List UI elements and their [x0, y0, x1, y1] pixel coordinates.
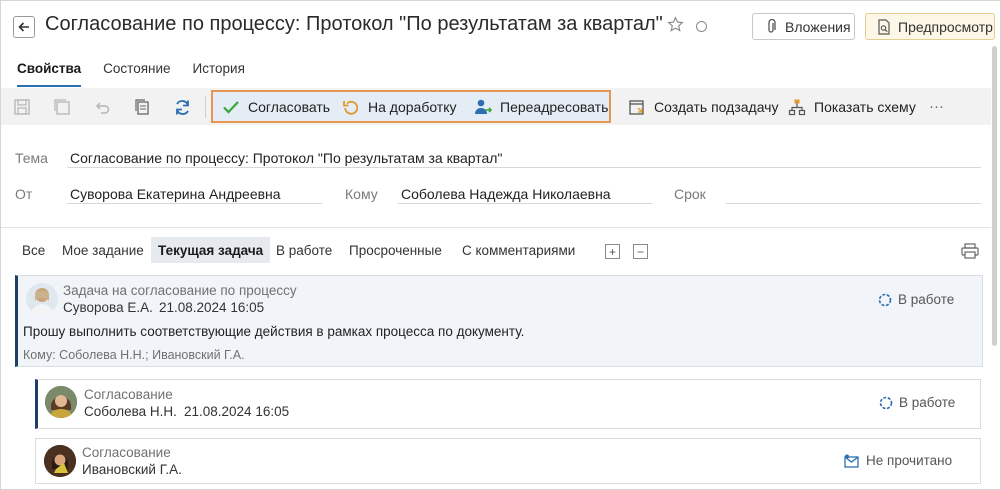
more-label: ··· [929, 98, 944, 115]
deadline-underline [726, 203, 981, 204]
unread-envelope-icon [844, 454, 859, 468]
task-author: Ивановский Г.А. [82, 462, 182, 477]
avatar [44, 445, 76, 477]
status-badge: В работе [879, 395, 955, 410]
filter-current-task[interactable]: Текущая задача [151, 237, 271, 263]
from-label: От [15, 186, 33, 202]
page-title: Согласование по процессу: Протокол "По р… [45, 13, 663, 35]
to-underline [398, 203, 652, 204]
favorite-star-icon[interactable] [667, 16, 684, 38]
deadline-label: Срок [674, 186, 706, 202]
tab-state[interactable]: Состояние [103, 61, 170, 87]
task-card-approval-1[interactable]: Согласование Соболева Н.Н. 21.08.2024 16… [35, 379, 981, 429]
section-divider [1, 227, 991, 228]
save-close-icon[interactable] [52, 97, 72, 117]
scrollbar-thumb[interactable] [992, 46, 997, 346]
task-date: 21.08.2024 16:05 [159, 300, 265, 315]
tab-properties[interactable]: Свойства [17, 61, 82, 87]
in-progress-icon [878, 293, 892, 306]
status-badge: Не прочитано [844, 453, 952, 468]
rework-label: На доработку [368, 98, 457, 115]
save-icon[interactable] [12, 97, 32, 117]
create-subtask-button[interactable]: Создать подзадачу [628, 88, 778, 125]
filter-overdue[interactable]: Просроченные [342, 237, 449, 263]
task-title: Согласование [82, 445, 171, 460]
status-circle-icon[interactable] [696, 21, 707, 32]
arrow-left-icon [18, 22, 29, 32]
status-text: В работе [899, 395, 956, 410]
paperclip-icon [768, 18, 776, 33]
collapse-all-icon[interactable]: − [633, 244, 648, 259]
task-author: Суворова Е.А. [63, 300, 153, 315]
scheme-icon [788, 99, 806, 115]
avatar [26, 283, 58, 315]
toolbar-divider [205, 96, 206, 118]
copy-icon[interactable] [132, 97, 152, 117]
task-author: Соболева Н.Н. [84, 404, 177, 419]
print-icon[interactable] [961, 243, 979, 264]
filter-with-comments[interactable]: С комментариями [455, 237, 582, 263]
to-label: Кому [345, 186, 378, 202]
subject-field[interactable]: Согласование по процессу: Протокол "По р… [70, 150, 502, 166]
attachments-button[interactable]: Вложения [752, 13, 855, 40]
approve-label: Согласовать [248, 98, 331, 115]
undo-icon[interactable] [92, 97, 112, 117]
in-progress-icon [879, 396, 893, 409]
from-underline [67, 203, 322, 204]
scrollbar[interactable] [991, 46, 999, 486]
preview-label: Предпросмотр [898, 18, 993, 35]
show-scheme-button[interactable]: Показать схему [788, 88, 916, 125]
preview-button[interactable]: Предпросмотр [865, 13, 995, 40]
task-card-main[interactable]: Задача на согласование по процессу Сувор… [15, 275, 983, 367]
more-actions-button[interactable]: ··· [929, 88, 944, 125]
from-field[interactable]: Суворова Екатерина Андреевна [70, 186, 281, 202]
action-toolbar: Согласовать На доработку Переадресовать … [1, 88, 991, 125]
task-description: Прошу выполнить соответствующие действия… [23, 324, 525, 339]
subtask-icon [629, 99, 644, 115]
checkmark-icon [223, 100, 239, 114]
task-recipients: Кому: Соболева Н.Н.; Ивановский Г.А. [23, 348, 245, 362]
user-forward-icon [475, 99, 492, 114]
subject-underline [67, 167, 981, 168]
scheme-label: Показать схему [814, 98, 916, 115]
attachments-label: Вложения [785, 18, 851, 35]
refresh-icon[interactable] [172, 97, 192, 117]
task-card-approval-2[interactable]: Согласование Ивановский Г.А. Не прочитан… [35, 438, 981, 484]
subtask-label: Создать подзадачу [654, 98, 779, 115]
tab-history[interactable]: История [193, 61, 245, 87]
subject-label: Тема [15, 150, 48, 166]
status-text: Не прочитано [866, 453, 953, 468]
expand-all-icon[interactable]: + [605, 244, 620, 259]
task-date: 21.08.2024 16:05 [184, 404, 290, 419]
status-badge: В работе [878, 292, 954, 307]
approve-button[interactable]: Согласовать [222, 88, 330, 125]
filter-all[interactable]: Все [15, 237, 52, 263]
redirect-button[interactable]: Переадресовать [472, 88, 608, 125]
filter-my-task[interactable]: Мое задание [55, 237, 151, 263]
back-button[interactable] [13, 16, 35, 38]
status-text: В работе [898, 292, 955, 307]
rework-button[interactable]: На доработку [342, 88, 457, 125]
filter-in-progress[interactable]: В работе [269, 237, 339, 263]
preview-doc-icon [878, 18, 890, 35]
task-filter-bar: Все Мое задание Текущая задача В работе … [1, 231, 991, 269]
task-title: Задача на согласование по процессу [63, 283, 297, 298]
task-window: Согласование по процессу: Протокол "По р… [0, 0, 1001, 490]
task-title: Согласование [84, 387, 173, 402]
redirect-label: Переадресовать [500, 98, 609, 115]
avatar [45, 386, 77, 418]
tab-bar: Свойства Состояние История [17, 61, 245, 87]
to-field[interactable]: Соболева Надежда Николаевна [401, 186, 611, 202]
return-arrow-icon [343, 100, 359, 115]
